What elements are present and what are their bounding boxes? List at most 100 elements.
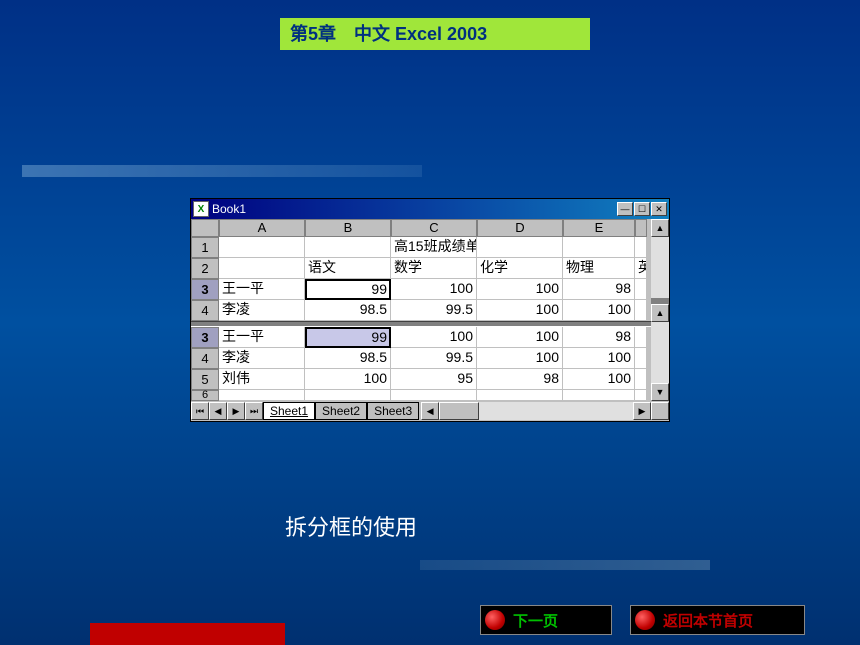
scroll-thumb[interactable]	[439, 402, 479, 420]
col-header-D[interactable]: D	[477, 219, 563, 237]
cell[interactable]	[635, 390, 647, 401]
scroll-track[interactable]	[651, 322, 669, 383]
table-row: 3 王一平 99 100 100 98	[191, 327, 651, 348]
next-page-button[interactable]: 下一页	[480, 605, 612, 635]
first-sheet-icon[interactable]: ⏮	[191, 402, 209, 420]
table-row: 4 李凌 98.5 99.5 100 100	[191, 348, 651, 369]
sheet-tab[interactable]: Sheet3	[367, 402, 419, 420]
cell[interactable]: 王一平	[219, 279, 305, 300]
cell[interactable]: 100	[477, 279, 563, 300]
red-ball-icon	[485, 610, 505, 630]
cell[interactable]	[477, 237, 563, 258]
active-cell[interactable]: 99	[305, 327, 391, 348]
cell[interactable]: 99.5	[391, 300, 477, 321]
last-sheet-icon[interactable]: ⏭	[245, 402, 263, 420]
cell[interactable]: 100	[391, 327, 477, 348]
col-header-partial[interactable]	[635, 219, 647, 237]
cell[interactable]: 100	[305, 369, 391, 390]
cell[interactable]	[219, 258, 305, 279]
cell[interactable]: 100	[477, 300, 563, 321]
col-header-E[interactable]: E	[563, 219, 635, 237]
row-header[interactable]: 4	[191, 348, 219, 369]
horizontal-scrollbar[interactable]: ◀ ▶	[421, 402, 651, 420]
cell[interactable]	[563, 237, 635, 258]
col-header-A[interactable]: A	[219, 219, 305, 237]
cell[interactable]	[305, 237, 391, 258]
cell[interactable]: 数学	[391, 258, 477, 279]
scroll-up-icon[interactable]: ▲	[651, 304, 669, 322]
scroll-right-icon[interactable]: ▶	[633, 402, 651, 420]
row-header[interactable]: 3	[191, 279, 219, 300]
column-headers: A B C D E	[191, 219, 651, 237]
sheet-tab[interactable]: Sheet2	[315, 402, 367, 420]
scroll-down-icon[interactable]: ▼	[651, 383, 669, 401]
prev-sheet-icon[interactable]: ◀	[209, 402, 227, 420]
cell[interactable]: 化学	[477, 258, 563, 279]
decorative-divider-left	[22, 165, 422, 177]
cell[interactable]	[635, 237, 647, 258]
cell[interactable]	[219, 237, 305, 258]
maximize-button[interactable]: ☐	[634, 202, 650, 216]
cell[interactable]	[635, 279, 647, 300]
cell[interactable]: 李凌	[219, 300, 305, 321]
cell[interactable]: 98	[563, 279, 635, 300]
cell[interactable]	[635, 327, 647, 348]
table-row: 1 高15班成绩单	[191, 237, 651, 258]
decorative-red-block	[90, 623, 285, 645]
cell[interactable]	[305, 390, 391, 401]
cell[interactable]: 高15班成绩单	[391, 237, 477, 258]
close-button[interactable]: ✕	[651, 202, 667, 216]
cell[interactable]: 98	[563, 327, 635, 348]
scroll-track[interactable]	[651, 237, 669, 298]
cell[interactable]	[219, 390, 305, 401]
cell[interactable]: 物理	[563, 258, 635, 279]
cell[interactable]: 98	[477, 369, 563, 390]
cell[interactable]: 李凌	[219, 348, 305, 369]
cell[interactable]: 99.5	[391, 348, 477, 369]
cell[interactable]: 100	[563, 348, 635, 369]
vertical-scrollbar[interactable]: ▲ ▲ ▼	[651, 219, 669, 401]
table-row: 5 刘伟 100 95 98 100	[191, 369, 651, 390]
active-cell[interactable]: 99	[305, 279, 391, 300]
next-sheet-icon[interactable]: ▶	[227, 402, 245, 420]
row-header[interactable]: 5	[191, 369, 219, 390]
cell[interactable]: 语文	[305, 258, 391, 279]
excel-icon: X	[193, 201, 209, 217]
cell[interactable]: 100	[391, 279, 477, 300]
cell[interactable]	[563, 390, 635, 401]
table-row: 6	[191, 390, 651, 401]
excel-window: X Book1 — ☐ ✕ A B C D E 1 高15班成绩单	[190, 198, 670, 422]
scroll-up-icon[interactable]: ▲	[651, 219, 669, 237]
scroll-track[interactable]	[479, 402, 633, 420]
select-all-corner[interactable]	[191, 219, 219, 237]
cell[interactable]	[635, 300, 647, 321]
row-header[interactable]: 1	[191, 237, 219, 258]
cell[interactable]: 刘伟	[219, 369, 305, 390]
row-header[interactable]: 2	[191, 258, 219, 279]
col-header-C[interactable]: C	[391, 219, 477, 237]
col-header-B[interactable]: B	[305, 219, 391, 237]
return-button[interactable]: 返回本节首页	[630, 605, 805, 635]
cell[interactable]: 98.5	[305, 348, 391, 369]
cell[interactable]: 王一平	[219, 327, 305, 348]
cell[interactable]: 98.5	[305, 300, 391, 321]
row-header[interactable]: 6	[191, 390, 219, 401]
cell[interactable]	[477, 390, 563, 401]
slide-caption: 拆分框的使用	[285, 510, 417, 542]
table-row: 2 语文 数学 化学 物理 英	[191, 258, 651, 279]
cell[interactable]: 100	[563, 300, 635, 321]
minimize-button[interactable]: —	[617, 202, 633, 216]
sheet-tab-active[interactable]: Sheet1	[263, 402, 315, 420]
cell[interactable]	[635, 369, 647, 390]
sheet-tab-bar: ⏮ ◀ ▶ ⏭ Sheet1 Sheet2 Sheet3 ◀ ▶	[191, 401, 669, 421]
row-header[interactable]: 3	[191, 327, 219, 348]
cell[interactable]	[391, 390, 477, 401]
row-header[interactable]: 4	[191, 300, 219, 321]
cell[interactable]: 英	[635, 258, 647, 279]
cell[interactable]: 100	[563, 369, 635, 390]
cell[interactable]: 95	[391, 369, 477, 390]
cell[interactable]: 100	[477, 348, 563, 369]
scroll-left-icon[interactable]: ◀	[421, 402, 439, 420]
cell[interactable]: 100	[477, 327, 563, 348]
cell[interactable]	[635, 348, 647, 369]
